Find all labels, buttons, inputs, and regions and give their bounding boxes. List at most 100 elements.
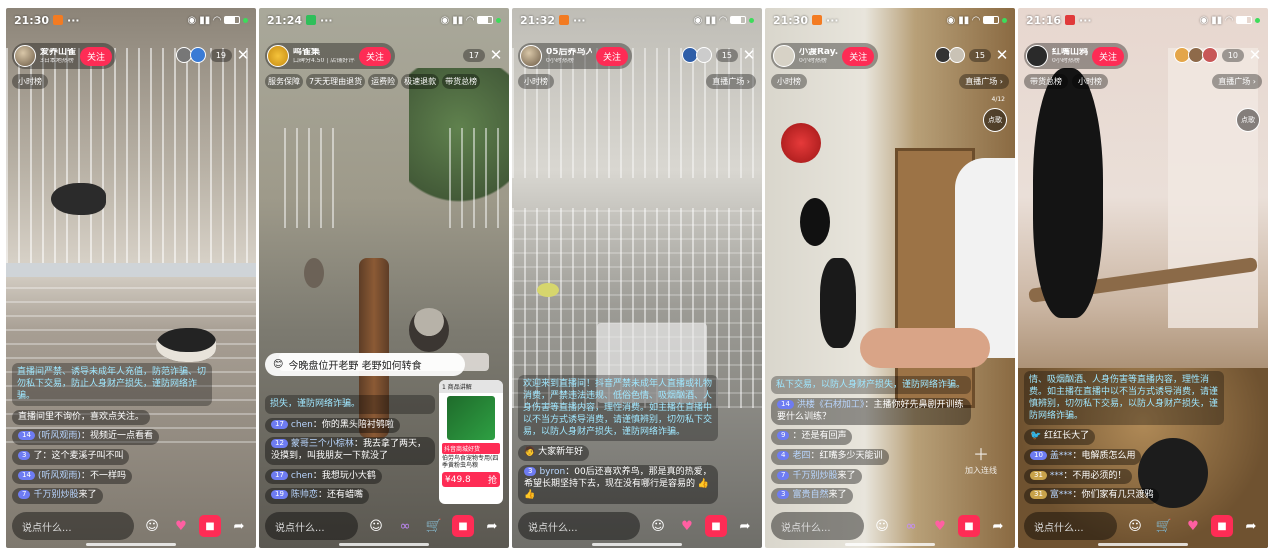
- comment-user[interactable]: 千万别炒股: [792, 471, 837, 481]
- viewer-avatar[interactable]: [695, 47, 712, 63]
- comment-user[interactable]: (听风观雨): [38, 431, 81, 441]
- viewer-avatar[interactable]: [948, 47, 965, 63]
- comment-user[interactable]: 富***: [1050, 490, 1073, 500]
- comment-user[interactable]: 蒙哥三个小棕林: [291, 439, 354, 449]
- share-icon[interactable]: ➦: [734, 515, 756, 537]
- comment-user[interactable]: 富贵自然: [792, 490, 828, 500]
- host-info[interactable]: 05后养鸟人 0小时热榜 关注: [518, 43, 633, 69]
- viewer-avatar[interactable]: [189, 47, 206, 63]
- product-card[interactable]: 1 商品讲解 抖音商城好货 伯劳鸟食宠物专用(四季黄粉虫鸟粮 ¥49.8 抢: [439, 380, 503, 504]
- comment-input[interactable]: 说点什么...: [771, 512, 864, 540]
- chip-hour-rank[interactable]: 小时榜: [771, 74, 807, 89]
- gift-box-icon[interactable]: ■: [958, 515, 980, 537]
- comment-user[interactable]: byron: [539, 467, 565, 477]
- viewer-count[interactable]: 10: [1221, 48, 1244, 62]
- gift-icon[interactable]: ♥: [1182, 515, 1204, 537]
- close-icon[interactable]: ✕: [236, 46, 250, 64]
- chip-sales-rank[interactable]: 带货总榜: [1024, 74, 1068, 89]
- viewer-count[interactable]: 15: [968, 48, 991, 62]
- comment-text: ：不用必须的！: [1063, 470, 1127, 481]
- buy-button[interactable]: ¥49.8 抢: [442, 472, 500, 488]
- gift-icon[interactable]: ♥: [929, 515, 951, 537]
- comment-user[interactable]: 洪楼《石材加工》: [797, 400, 865, 410]
- follow-button[interactable]: 关注: [80, 46, 113, 66]
- close-icon[interactable]: ✕: [489, 46, 503, 64]
- shopping-cart-icon[interactable]: 🛒: [423, 515, 445, 537]
- emoji-icon[interactable]: ☺: [365, 515, 387, 537]
- host-avatar[interactable]: [267, 45, 289, 67]
- gift-icon[interactable]: ♥: [170, 515, 192, 537]
- top-right-controls: 10 ✕: [1173, 46, 1262, 64]
- host-avatar[interactable]: [14, 45, 36, 67]
- viewer-count[interactable]: 15: [715, 48, 738, 62]
- gift-box-icon[interactable]: ■: [452, 515, 474, 537]
- chip-hour-rank[interactable]: 小时榜: [12, 74, 48, 89]
- host-avatar[interactable]: [1026, 45, 1048, 67]
- product-image[interactable]: [447, 396, 495, 440]
- link-icon[interactable]: ∞: [394, 515, 416, 537]
- link-icon[interactable]: ∞: [900, 515, 922, 537]
- comment-user[interactable]: 盖***: [1050, 451, 1073, 461]
- host-avatar[interactable]: [773, 45, 795, 67]
- viewer-count[interactable]: 19: [209, 48, 232, 62]
- shopping-cart-icon[interactable]: 🛒: [1153, 515, 1175, 537]
- comment-user[interactable]: 千万别炒股: [33, 490, 78, 500]
- chip-hour-rank[interactable]: 小时榜: [1072, 74, 1108, 89]
- comment-input[interactable]: 说点什么...: [265, 512, 358, 540]
- comment-text: ：你们家有几只渡鸦: [1072, 490, 1154, 501]
- host-info[interactable]: 鸣雀集 口碑分4.50 | 店铺好评率 关注: [265, 43, 396, 69]
- live-plaza-link[interactable]: 直播广场 ›: [959, 74, 1009, 89]
- share-icon[interactable]: ➦: [1240, 515, 1262, 537]
- close-icon[interactable]: ✕: [1248, 46, 1262, 64]
- comment-item: 3 byron：00后还喜欢养鸟，那是真的热爱，希望长期坚持下去，现在没有哪行是容…: [518, 464, 718, 504]
- home-indicator: [86, 543, 176, 546]
- emoji-icon[interactable]: ☺: [141, 515, 163, 537]
- song-request-button[interactable]: 点歌: [983, 108, 1007, 132]
- comment-user[interactable]: chen: [291, 420, 313, 430]
- emoji-icon[interactable]: ☺: [647, 515, 669, 537]
- host-info[interactable]: 爱养山雀 3日本地热榜 关注: [12, 43, 117, 69]
- share-icon[interactable]: ➦: [228, 515, 250, 537]
- host-info[interactable]: 红嘴山鸦 0小时热榜 关注: [1024, 43, 1129, 69]
- comment-user[interactable]: (听风观雨): [38, 471, 81, 481]
- viewer-count[interactable]: 17: [462, 48, 485, 62]
- live-plaza-link[interactable]: 直播广场 ›: [1212, 74, 1262, 89]
- song-request-button[interactable]: 点歌: [1236, 108, 1260, 132]
- follow-button[interactable]: 关注: [1092, 46, 1125, 66]
- gift-box-icon[interactable]: ■: [199, 515, 221, 537]
- host-avatar[interactable]: [520, 45, 542, 67]
- follow-button[interactable]: 关注: [842, 46, 875, 66]
- comment-user[interactable]: ***: [1050, 471, 1064, 481]
- chip-shipping-insurance[interactable]: 运费险: [368, 74, 399, 89]
- host-info[interactable]: 小渡Ray. 0小时热榜 关注: [771, 43, 879, 69]
- chip-hour-rank[interactable]: 小时榜: [518, 74, 554, 89]
- chip-sales-rank[interactable]: 带货总榜: [442, 74, 481, 89]
- close-icon[interactable]: ✕: [995, 46, 1009, 64]
- join-co-host-button[interactable]: ＋ 加入连线: [961, 428, 1001, 488]
- comment-user[interactable]: 老四: [792, 451, 810, 461]
- chip-service-guarantee[interactable]: 服务保障: [265, 74, 303, 89]
- close-icon[interactable]: ✕: [742, 46, 756, 64]
- comment-user[interactable]: chen: [291, 471, 313, 481]
- viewer-avatar[interactable]: [1201, 47, 1218, 63]
- follow-button[interactable]: 关注: [596, 46, 629, 66]
- gift-icon[interactable]: ♥: [676, 515, 698, 537]
- host-name: 爱养山雀: [40, 48, 77, 58]
- home-indicator: [845, 543, 935, 546]
- comment-user[interactable]: 陈帅恋: [291, 490, 318, 500]
- pinned-message[interactable]: 😊 今晚盘位开老野 老野如何转食: [265, 353, 465, 376]
- live-plaza-link[interactable]: 直播广场 ›: [706, 74, 756, 89]
- chip-fast-refund[interactable]: 极速退款: [401, 74, 440, 89]
- comment-input[interactable]: 说点什么...: [518, 512, 640, 540]
- comment-text: 直播间里不询价，喜欢点关注。: [18, 411, 145, 422]
- share-icon[interactable]: ➦: [481, 515, 503, 537]
- gift-box-icon[interactable]: ■: [1211, 515, 1233, 537]
- follow-button[interactable]: 关注: [359, 46, 392, 66]
- comment-input[interactable]: 说点什么...: [1024, 512, 1117, 540]
- emoji-icon[interactable]: ☺: [871, 515, 893, 537]
- share-icon[interactable]: ➦: [987, 515, 1009, 537]
- comment-input[interactable]: 说点什么...: [12, 512, 134, 540]
- chip-7day-return[interactable]: 7天无理由退货: [306, 74, 366, 89]
- gift-box-icon[interactable]: ■: [705, 515, 727, 537]
- emoji-icon[interactable]: ☺: [1124, 515, 1146, 537]
